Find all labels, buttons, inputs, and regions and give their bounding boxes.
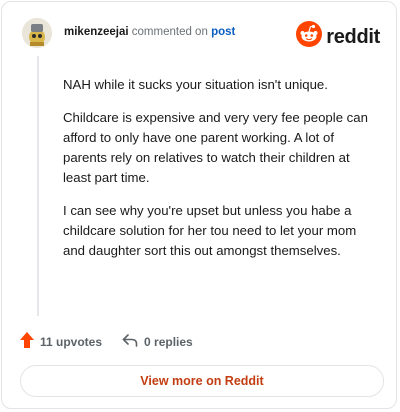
replies[interactable]: 0 replies [122,333,193,350]
upvotes[interactable]: 11 upvotes [20,332,102,351]
upvote-count: 11 upvotes [40,334,103,349]
reply-icon [122,333,138,350]
reply-count: 0 replies [144,334,193,349]
comment-paragraph: NAH while it sucks your situation isn't … [63,77,328,92]
view-more-button[interactable]: View more on Reddit [20,365,384,397]
reddit-logo-icon [296,21,323,52]
comment-paragraph: I can see why you're upset but unless yo… [63,203,357,258]
reddit-wordmark: reddit [326,25,380,48]
comment-header: mikenzeejai commented on post [64,26,235,38]
commented-on-text: commented on [131,26,208,38]
comment-paragraph: Childcare is expensive and very very fee… [63,110,368,185]
comment-footer: 11 upvotes 0 replies [20,332,193,351]
upvote-arrow-icon [20,332,34,351]
comment-body: NAH while it sucks your situation isn't … [63,75,381,274]
thread-line [37,56,39,316]
view-more-label: View more on Reddit [140,374,264,388]
username[interactable]: mikenzeejai [64,26,129,38]
embed-card: mikenzeejai commented on post reddit NAH… [1,1,397,409]
avatar[interactable] [22,18,52,48]
reddit-brand[interactable]: reddit [296,21,380,52]
post-link[interactable]: post [211,26,235,38]
